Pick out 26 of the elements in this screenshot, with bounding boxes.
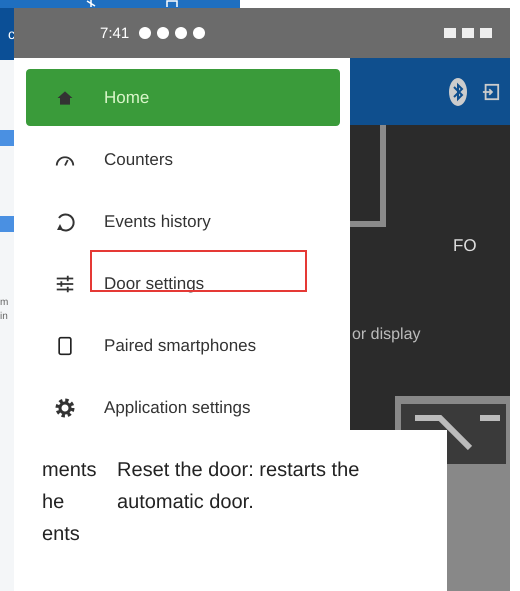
status-icon [444,28,456,38]
exit-icon [166,0,178,7]
status-icon [157,27,170,39]
battery-icon [480,28,492,38]
exit-icon[interactable] [482,82,500,100]
drawer-item[interactable]: Events history [26,193,340,250]
settings-icon [53,396,77,420]
drawer-item[interactable]: Counters [26,131,340,188]
status-value: FO [453,236,477,256]
status-icon [193,27,206,39]
text-fragment: he [42,490,66,515]
caption: or display [352,326,420,344]
bluetooth-icon[interactable] [448,76,468,106]
text-fragment: m [0,297,8,308]
clock: 7:41 [100,24,130,42]
text-fragment: ents [42,522,81,547]
status-icon [175,27,188,39]
bluetooth-icon [86,0,96,7]
description-text: Reset the door: restarts the automatic door. [117,458,360,515]
status-icon [462,28,474,38]
header-label: c [8,26,15,42]
drawer-item[interactable]: Paired smartphones [26,317,340,374]
drawer-item[interactable]: Door settings [26,255,340,312]
text-fragment: ments [42,458,98,483]
text-fragment: in [0,311,8,322]
status-icon [139,27,152,39]
